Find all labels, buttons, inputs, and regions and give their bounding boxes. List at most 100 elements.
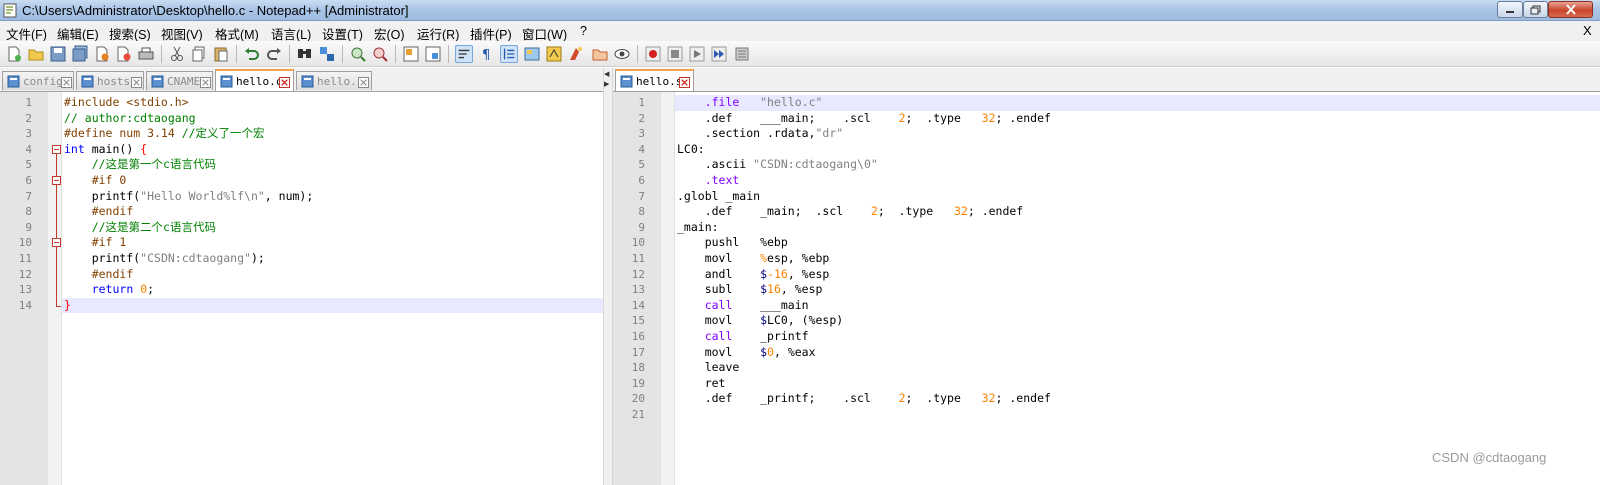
indent-guide-icon[interactable]: [500, 45, 518, 63]
toolbar-separator: [236, 45, 237, 63]
code-line: 13 subl $16, %esp: [631, 282, 823, 297]
tab-label: hello.i: [317, 75, 364, 88]
tab-label: hello.c: [236, 75, 283, 88]
code-line: 4 int main() {: [25, 141, 148, 158]
stop-macro-icon[interactable]: [666, 45, 684, 63]
arrow-right-icon[interactable]: ▶: [604, 80, 609, 88]
toolbar-separator: [289, 45, 290, 63]
arrow-left-icon[interactable]: ◀: [604, 70, 609, 78]
new-file-icon[interactable]: [5, 45, 23, 63]
watermark: CSDN @cdtaogang: [1432, 450, 1547, 465]
run-macro-multiple-icon[interactable]: [710, 45, 728, 63]
toolbar-separator: [448, 45, 449, 63]
cut-icon[interactable]: [168, 45, 186, 63]
close-tab-icon[interactable]: [679, 77, 690, 88]
code-line: 12 andl $-16, %esp: [631, 266, 830, 281]
close-tab-icon[interactable]: [358, 77, 369, 88]
code-line: 9 _main:: [638, 219, 719, 234]
code-line: 4 LC0:: [638, 141, 705, 156]
code-line: 2// author:cdtaogang: [25, 110, 196, 125]
close-tab-icon[interactable]: [131, 77, 142, 88]
toolbar-separator: [161, 45, 162, 63]
folder-icon[interactable]: [591, 45, 609, 63]
save-all-icon[interactable]: [71, 45, 89, 63]
close-window-button[interactable]: [1548, 1, 1593, 18]
code-line: 21: [631, 407, 645, 421]
code-line: 7 .globl _main: [638, 188, 761, 203]
tab-hello-c[interactable]: hello.c: [215, 69, 294, 91]
code-line: 20 .def _printf; .scl 2; .type 32; .ende…: [631, 391, 1051, 406]
editor-right[interactable]: 1 .file "hello.c" 2 .def ___main; .scl 2…: [613, 91, 1600, 485]
redo-icon[interactable]: [265, 45, 283, 63]
copy-icon[interactable]: [190, 45, 208, 63]
tab-label: config: [23, 75, 63, 88]
fold-collapse-icon[interactable]: [51, 172, 63, 189]
code-line: 15 movl $LC0, (%esp): [631, 313, 844, 328]
code-line: 1 #include <stdio.h>: [25, 95, 189, 109]
find-icon[interactable]: [296, 45, 314, 63]
tab-label: CNAME: [167, 75, 201, 88]
zoom-in-icon[interactable]: [349, 45, 367, 63]
paste-icon[interactable]: [212, 45, 230, 63]
editor-left[interactable]: 1 #include <stdio.h> 2// author:cdtaogang…: [0, 91, 603, 485]
menu-help[interactable]: ?: [580, 24, 587, 38]
toolbar-separator: [637, 45, 638, 63]
replace-icon[interactable]: [318, 45, 336, 63]
code-line: 19 ret: [631, 375, 726, 390]
word-wrap-icon[interactable]: [455, 45, 473, 63]
toolbar: ¶: [0, 41, 1600, 67]
close-document-button[interactable]: X: [1583, 23, 1592, 38]
maximize-button[interactable]: [1523, 1, 1548, 18]
close-icon: [1565, 4, 1576, 15]
minimize-button[interactable]: [1497, 1, 1523, 18]
code-line: 10 pushl %ebp: [631, 235, 788, 250]
open-file-icon[interactable]: [27, 45, 45, 63]
tab-hosts[interactable]: hosts: [76, 71, 144, 90]
sync-vertical-icon[interactable]: [402, 45, 420, 63]
undo-icon[interactable]: [243, 45, 261, 63]
minimize-icon: [1506, 10, 1514, 13]
monitor-icon[interactable]: [613, 45, 631, 63]
fold-collapse-icon[interactable]: [51, 235, 63, 251]
close-tab-icon[interactable]: [279, 77, 290, 88]
svg-text:¶: ¶: [482, 48, 490, 63]
code-line: 12 #endif: [18, 266, 134, 283]
sync-horizontal-icon[interactable]: [424, 45, 442, 63]
folder-workspace-icon[interactable]: [567, 45, 585, 63]
record-macro-icon[interactable]: [644, 45, 662, 63]
zoom-out-icon[interactable]: [371, 45, 389, 63]
close-tab-icon[interactable]: [61, 77, 72, 88]
tab-hello-i[interactable]: hello.i: [296, 71, 372, 90]
play-macro-icon[interactable]: [688, 45, 706, 63]
show-all-chars-icon[interactable]: ¶: [477, 45, 495, 63]
tab-hello-s[interactable]: hello.s: [615, 69, 694, 91]
save-icon[interactable]: [49, 45, 67, 63]
notepadpp-app-icon[interactable]: [3, 3, 18, 18]
code-line: 5 .ascii "CSDN:cdtaogang\0": [638, 157, 878, 172]
document-icon: [620, 75, 633, 88]
window-title: C:\Users\Administrator\Desktop\hello.c -…: [22, 3, 409, 18]
code-line: 11 printf("CSDN:cdtaogang");: [18, 250, 265, 267]
code-line: 18 leave: [631, 360, 740, 375]
code-line: 6 .text: [638, 172, 740, 187]
split-divider[interactable]: [603, 68, 613, 485]
document-icon: [151, 75, 164, 88]
code-line: 8 .def _main; .scl 2; .type 32; .endef: [638, 204, 1024, 219]
doc-map-icon[interactable]: [523, 45, 541, 63]
document-icon: [81, 75, 94, 88]
close-icon[interactable]: [93, 45, 111, 63]
code-line: 11 movl %esp, %ebp: [631, 250, 830, 265]
code-line: 6 #if 0: [25, 172, 127, 189]
save-macro-icon[interactable]: [733, 45, 751, 63]
toolbar-separator: [395, 45, 396, 63]
fold-collapse-icon[interactable]: [51, 142, 63, 158]
title-bar: C:\Users\Administrator\Desktop\hello.c -…: [0, 0, 1600, 21]
print-icon[interactable]: [137, 45, 155, 63]
tab-config[interactable]: config: [2, 71, 74, 90]
close-tab-icon[interactable]: [200, 77, 211, 88]
code-line: 16 call _printf: [631, 328, 809, 343]
tab-cname[interactable]: CNAME: [146, 71, 213, 90]
function-list-icon[interactable]: [545, 45, 563, 63]
close-all-icon[interactable]: [115, 45, 133, 63]
code-line: 9 //这是第二个c语言代码: [25, 219, 216, 236]
